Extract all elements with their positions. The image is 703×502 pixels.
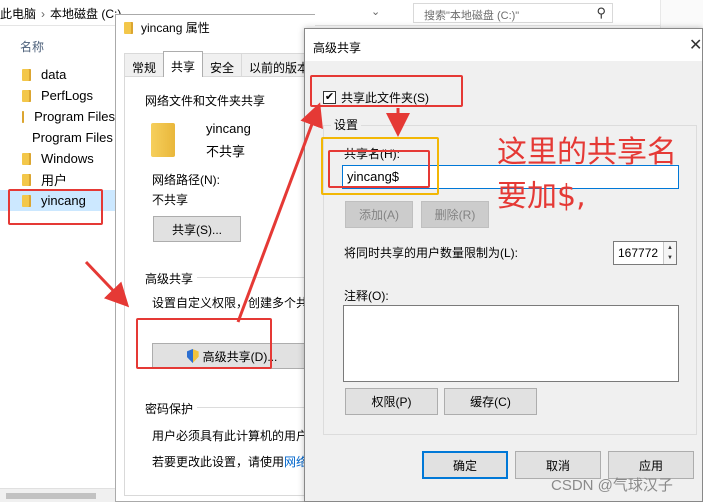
tab-general[interactable]: 常规 [124, 53, 165, 77]
list-item-users[interactable]: 用户 [0, 169, 115, 190]
dialog-titlebar: 高级共享 ✕ [305, 29, 702, 61]
folder-icon [22, 152, 31, 165]
remove-button[interactable]: 删除(R) [421, 201, 489, 228]
network-share-group-label: 网络文件和文件夹共享 [145, 94, 266, 108]
list-item-data[interactable]: data [0, 64, 115, 85]
properties-title: yincang 属性 [141, 21, 210, 35]
tab-bar: 常规 共享 安全 以前的版本 [124, 51, 318, 77]
permissions-button[interactable]: 权限(P) [345, 388, 438, 415]
network-path-label: 网络路径(N): [152, 173, 220, 187]
dialog-title: yincang 属性 [124, 19, 210, 36]
highlight-share-checkbox [310, 75, 463, 107]
comment-label: 注释(O): [344, 289, 389, 303]
folder-name: yincang [206, 121, 251, 136]
list-item-windows[interactable]: Windows [0, 148, 115, 169]
item-label: Program Files [34, 109, 115, 124]
item-label: Program Files (x86) [32, 130, 115, 145]
user-limit-value: 167772 [618, 246, 659, 260]
search-icon[interactable]: ⚲ [596, 5, 606, 21]
list-item-program-files-x86[interactable]: Program Files (x86) [0, 127, 115, 148]
settings-group-label: 设置 [331, 116, 362, 133]
properties-dialog: yincang 属性 常规 共享 安全 以前的版本 网络文件和文件夹共享 yin… [115, 14, 318, 502]
annotation-line-2: 要加$, [497, 179, 586, 214]
folder-icon [22, 68, 31, 81]
cache-button[interactable]: 缓存(C) [444, 388, 537, 415]
spin-down-icon[interactable]: ▼ [667, 255, 673, 261]
address-bar[interactable]: 此电脑 › 本地磁盘 (C:) ⌄ 搜索"本地磁盘 (C:)" ⚲ [0, 0, 703, 26]
group-divider [197, 277, 315, 278]
password-change-hint: 若要更改此设置，请使用网络和共享中心 [152, 453, 315, 470]
breadcrumb-local-disk[interactable]: 本地磁盘 (C:) [50, 7, 121, 21]
network-path-value: 不共享 [152, 193, 189, 207]
list-item-program-files[interactable]: Program Files [0, 106, 115, 127]
comment-textarea[interactable] [343, 305, 679, 382]
password-protection-group-label: 密码保护 [145, 402, 194, 416]
search-placeholder: 搜索"本地磁盘 (C:)" [424, 10, 520, 22]
watermark: CSDN @气球汉子 [551, 477, 673, 494]
tab-security[interactable]: 安全 [202, 53, 243, 77]
add-button[interactable]: 添加(A) [345, 201, 413, 228]
scrollbar-thumb[interactable] [6, 493, 96, 499]
search-box[interactable]: 搜索"本地磁盘 (C:)" ⚲ [413, 3, 613, 23]
chevron-right-icon: › [41, 7, 46, 21]
advanced-sharing-description: 设置自定义权限，创建多个共享 [152, 296, 316, 310]
close-icon[interactable]: ✕ [689, 35, 702, 55]
spin-up-icon[interactable]: ▲ [667, 245, 673, 251]
item-label: 用户 [41, 173, 68, 188]
user-limit-label: 将同时共享的用户数量限制为(L): [344, 246, 519, 260]
folder-icon [22, 110, 25, 123]
item-label: PerfLogs [41, 88, 94, 103]
annotation-note: 这里的共享名 要加$, [497, 131, 697, 219]
breadcrumb-this-pc[interactable]: 此电脑 [0, 7, 36, 21]
group-divider [197, 407, 315, 408]
annotation-line-1: 这里的共享名 [497, 135, 677, 170]
password-description: 用户必须具有此计算机的用户帐户和密码 [152, 429, 315, 443]
dialog-title: 高级共享 [313, 41, 362, 55]
password-change-text: 若要更改此设置，请使用 [152, 455, 285, 469]
highlight-yincang-folder [8, 189, 103, 225]
column-header-name[interactable]: 名称 [20, 38, 44, 55]
share-status: 不共享 [206, 144, 246, 159]
item-label: data [41, 67, 67, 82]
user-limit-spinner[interactable]: ▲ ▼ [663, 242, 676, 264]
folder-icon [22, 173, 31, 186]
item-label: Windows [41, 151, 94, 166]
folder-icon [151, 123, 175, 157]
share-button[interactable]: 共享(S)... [153, 216, 241, 242]
sharing-tab-panel: 网络文件和文件夹共享 yincang 不共享 网络路径(N): 不共享 共享(S… [124, 76, 316, 496]
advanced-sharing-group-label: 高级共享 [145, 272, 194, 286]
chevron-down-icon[interactable]: ⌄ [371, 5, 380, 18]
ok-button[interactable]: 确定 [422, 451, 508, 479]
tab-sharing[interactable]: 共享 [163, 51, 204, 77]
highlight-advanced-sharing-button [136, 318, 272, 369]
list-item-perflogs[interactable]: PerfLogs [0, 85, 115, 106]
folder-icon [124, 21, 133, 34]
folder-icon [22, 89, 31, 102]
breadcrumb: 此电脑 › 本地磁盘 (C:) [0, 5, 121, 22]
highlight-share-name-input [328, 150, 430, 188]
horizontal-scrollbar[interactable] [0, 488, 115, 502]
